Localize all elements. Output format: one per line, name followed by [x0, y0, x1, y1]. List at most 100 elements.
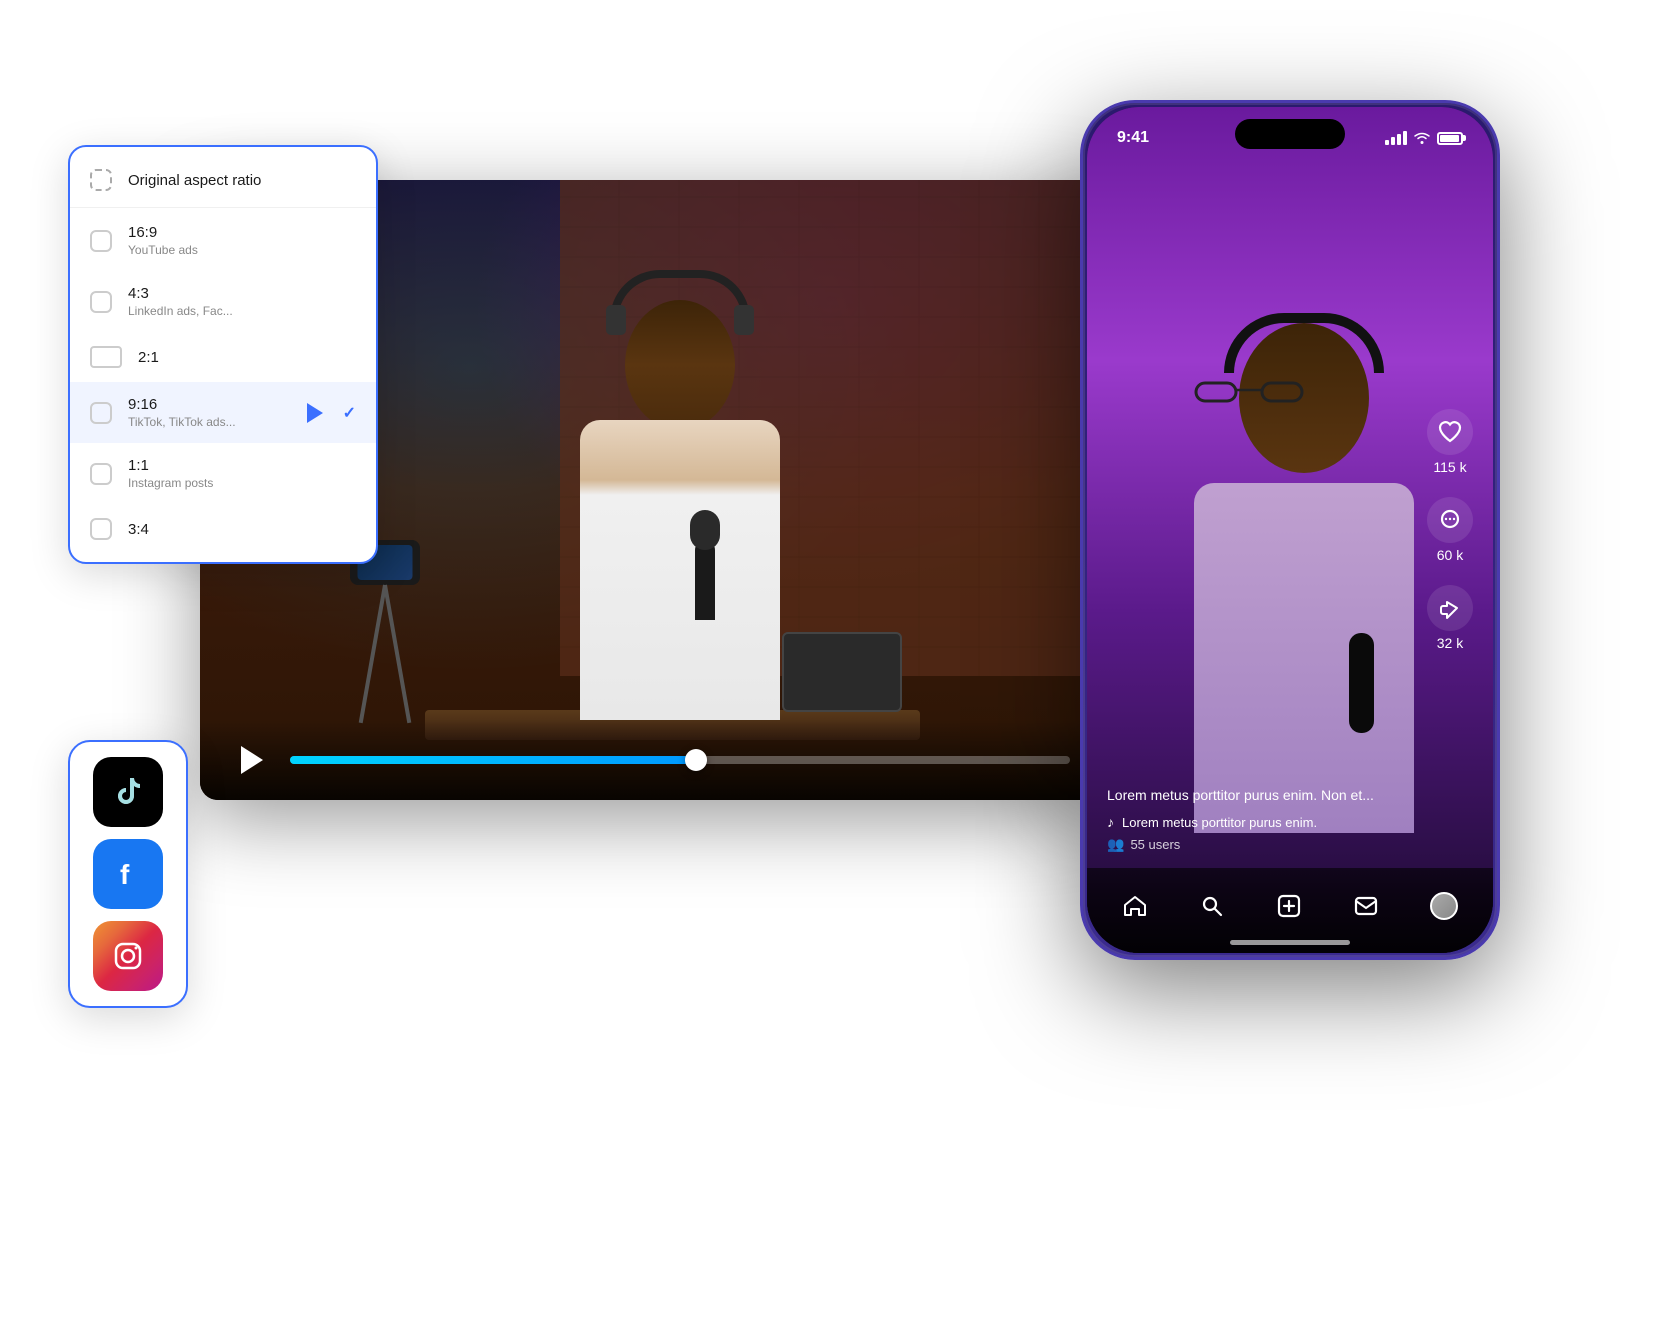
tiktok-nav-profile[interactable] [1430, 892, 1458, 920]
microphone [695, 540, 715, 620]
aspect-label-16-9: 16:9 [128, 224, 356, 241]
phone-person-head [1239, 323, 1369, 473]
aspect-subtitle-16-9: YouTube ads [128, 243, 356, 257]
tiktok-share-action[interactable]: 32 k [1427, 585, 1473, 651]
tiktok-nav-home[interactable] [1122, 893, 1148, 919]
aspect-label-original: Original aspect ratio [128, 172, 356, 189]
aspect-text-9-16: 9:16 TikTok, TikTok ads... [128, 396, 291, 429]
signal-bar-2 [1391, 137, 1395, 145]
tiktok-music-info: ♪ Lorem metus porttitor purus enim. [1107, 814, 1413, 830]
heart-icon [1437, 419, 1463, 445]
aspect-label-2-1: 2:1 [138, 349, 356, 366]
signal-bars [1385, 131, 1407, 145]
tiktok-comment-count: 60 k [1437, 547, 1463, 563]
aspect-text-4-3: 4:3 LinkedIn ads, Fac... [128, 285, 356, 318]
mic-head [690, 510, 720, 550]
aspect-text-3-4: 3:4 [128, 521, 356, 538]
profile-nav-avatar [1430, 892, 1458, 920]
aspect-checkbox-1-1 [90, 463, 112, 485]
phone-inner: 9:41 [1087, 107, 1493, 953]
tiktok-comment-action[interactable]: 60 k [1427, 497, 1473, 563]
aspect-checkbox-original [90, 169, 112, 191]
tiktok-nav-search[interactable] [1199, 893, 1225, 919]
aspect-text-original: Original aspect ratio [128, 172, 356, 189]
tiktok-caption: Lorem metus porttitor purus enim. Non et… [1107, 786, 1413, 806]
tiktok-like-count: 115 k [1433, 459, 1466, 475]
facebook-platform-icon[interactable]: f [93, 839, 163, 909]
aspect-text-16-9: 16:9 YouTube ads [128, 224, 356, 257]
phone-time: 9:41 [1117, 129, 1149, 147]
tiktok-music-text: Lorem metus porttitor purus enim. [1122, 815, 1317, 830]
tiktok-svg [110, 774, 146, 810]
tiktok-action-sidebar: 115 k 60 k [1427, 409, 1473, 651]
person-head [625, 300, 735, 430]
aspect-item-original[interactable]: Original aspect ratio [70, 155, 376, 205]
phone-video-person [1164, 303, 1444, 853]
music-note-icon: ♪ [1107, 814, 1114, 830]
aspect-item-2-1[interactable]: 2:1 [70, 332, 376, 382]
tiktok-share-icon-container [1427, 585, 1473, 631]
aspect-item-4-3[interactable]: 4:3 LinkedIn ads, Fac... [70, 271, 376, 332]
aspect-item-1-1[interactable]: 1:1 Instagram posts [70, 443, 376, 504]
person-silhouette [530, 270, 830, 720]
svg-text:f: f [120, 859, 130, 890]
instagram-platform-icon[interactable] [93, 921, 163, 991]
aspect-play-icon-9-16 [307, 403, 323, 423]
aspect-checkbox-2-1 [90, 346, 122, 368]
add-nav-icon [1276, 893, 1302, 919]
tiktok-nav-add[interactable] [1276, 893, 1302, 919]
battery-icon [1437, 132, 1463, 145]
person-body [580, 420, 780, 720]
aspect-checkbox-3-4 [90, 518, 112, 540]
aspect-ratio-panel: Original aspect ratio 16:9 YouTube ads 4… [68, 145, 378, 564]
tiktok-users-info: 👥 55 users [1107, 836, 1413, 853]
aspect-label-9-16: 9:16 [128, 396, 291, 413]
status-icons [1385, 131, 1463, 145]
aspect-item-3-4[interactable]: 3:4 [70, 504, 376, 554]
tiktok-share-count: 32 k [1437, 635, 1463, 651]
home-indicator [1230, 940, 1350, 945]
aspect-checkbox-9-16 [90, 402, 112, 424]
social-platforms-panel: f [68, 740, 188, 1008]
phone-screen: 9:41 [1087, 107, 1493, 953]
phone-glasses-svg [1194, 378, 1304, 403]
signal-bar-4 [1403, 131, 1407, 145]
play-button[interactable] [230, 740, 270, 780]
aspect-item-16-9[interactable]: 16:9 YouTube ads [70, 210, 376, 271]
progress-thumb[interactable] [685, 749, 707, 771]
facebook-svg: f [110, 856, 146, 892]
aspect-text-1-1: 1:1 Instagram posts [128, 457, 356, 490]
aspect-subtitle-1-1: Instagram posts [128, 476, 356, 490]
tiktok-users-count: 55 users [1130, 837, 1180, 852]
signal-bar-3 [1397, 134, 1401, 145]
phone-person-body [1194, 483, 1414, 833]
tiktok-comment-icon-container [1427, 497, 1473, 543]
aspect-subtitle-9-16: TikTok, TikTok ads... [128, 415, 291, 429]
instagram-svg [110, 938, 146, 974]
tiktok-like-action[interactable]: 115 k [1427, 409, 1473, 475]
check-mark-9-16: ✓ [343, 403, 356, 423]
tiktok-like-icon-container [1427, 409, 1473, 455]
aspect-subtitle-4-3: LinkedIn ads, Fac... [128, 304, 356, 318]
aspect-label-1-1: 1:1 [128, 457, 356, 474]
tiktok-nav-inbox[interactable] [1353, 893, 1379, 919]
comment-icon [1437, 507, 1463, 533]
aspect-item-9-16[interactable]: 9:16 TikTok, TikTok ads... ✓ [70, 382, 376, 443]
share-icon [1437, 595, 1463, 621]
search-nav-icon [1199, 893, 1225, 919]
aspect-label-3-4: 3:4 [128, 521, 356, 538]
home-nav-icon [1122, 893, 1148, 919]
play-icon [241, 746, 263, 774]
progress-bar[interactable] [290, 756, 1070, 764]
camera-tripod [335, 540, 435, 740]
signal-bar-1 [1385, 140, 1389, 145]
aspect-checkbox-4-3 [90, 291, 112, 313]
phone-mockup: 9:41 [1080, 100, 1500, 960]
inbox-nav-icon [1353, 893, 1379, 919]
tripod-leg-2 [359, 585, 387, 724]
phone-mic [1349, 633, 1374, 733]
tiktok-platform-icon[interactable] [93, 757, 163, 827]
aspect-checkbox-16-9 [90, 230, 112, 252]
aspect-divider-1 [70, 207, 376, 208]
progress-fill [290, 756, 696, 764]
